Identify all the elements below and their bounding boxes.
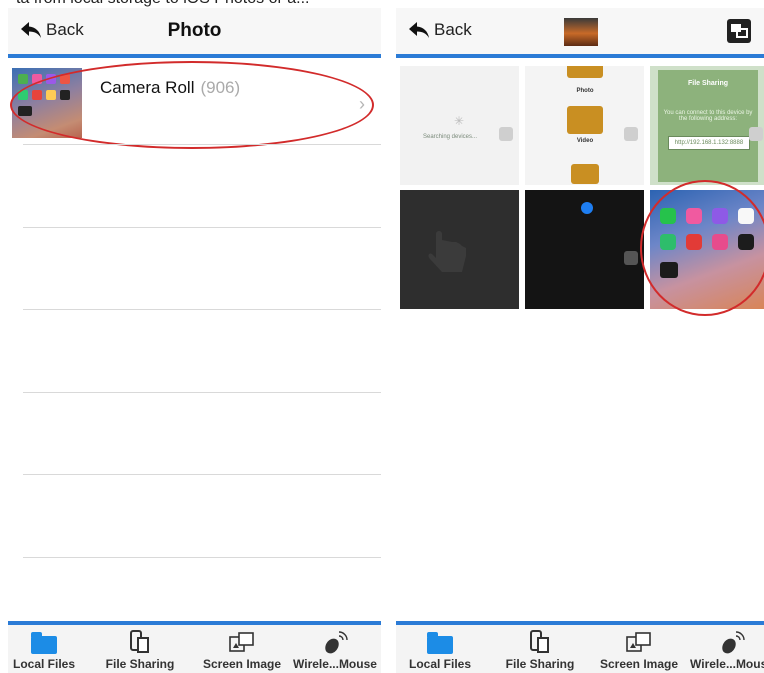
- tab-local-files[interactable]: Local Files: [8, 628, 90, 671]
- back-arrow-icon: [409, 22, 429, 38]
- cropped-caption-text: ta from local storage to iOS Photos or a…: [16, 0, 309, 8]
- list-separator: [23, 474, 381, 475]
- tile-text: Photo: [576, 88, 594, 94]
- album-name: Camera Roll: [100, 78, 195, 97]
- list-separator: [23, 309, 381, 310]
- assistive-touch-icon: [499, 127, 513, 141]
- cropped-caption: ta from local storage to iOS Photos or a…: [0, 0, 764, 8]
- tab-bar: Local Files File Sharing Screen Image Wi…: [396, 621, 764, 673]
- list-separator: [23, 557, 381, 558]
- album-row-camera-roll[interactable]: Camera Roll (906) ›: [8, 58, 381, 144]
- folder-icon: [567, 66, 603, 78]
- tab-label: Local Files: [12, 657, 76, 671]
- tab-label: Wirele...Mouse: [293, 657, 377, 671]
- album-thumbnail: [12, 68, 82, 138]
- tab-file-sharing[interactable]: File Sharing: [94, 628, 186, 671]
- tile-text: Video: [576, 138, 594, 144]
- assistive-touch-icon: [624, 251, 638, 265]
- chevron-right-icon: ›: [359, 94, 365, 114]
- back-button[interactable]: Back: [408, 20, 472, 40]
- mouse-icon: [722, 631, 745, 654]
- file-sharing-icon: [530, 630, 549, 653]
- album-count: (906): [200, 78, 241, 97]
- spinner-icon: ✳: [454, 114, 465, 128]
- tab-label: Local Files: [408, 657, 472, 671]
- hand-pointer-icon: [428, 231, 466, 272]
- tab-screen-image[interactable]: Screen Image: [593, 628, 685, 671]
- tab-label: File Sharing: [105, 657, 175, 671]
- camera-roll-screen: Back ✳ Searching devices... Photo Video …: [396, 8, 764, 673]
- tile-text: http://192.168.1.132:8888: [668, 136, 750, 150]
- tab-wireless-mouse[interactable]: Wirele...Mouse: [686, 628, 764, 671]
- tile-text: Searching devices...: [422, 134, 478, 140]
- photo-thumbnail[interactable]: [525, 190, 644, 309]
- list-separator: [23, 227, 381, 228]
- tile-text: You can connect to this device by the fo…: [663, 110, 753, 122]
- tab-label: Screen Image: [202, 657, 282, 671]
- folder-icon: [571, 164, 599, 184]
- photo-thumbnail[interactable]: File Sharing You can connect to this dev…: [650, 66, 764, 185]
- assistive-touch-icon: [749, 127, 763, 141]
- nav-bar: Back: [396, 8, 764, 58]
- assistive-touch-icon: [624, 127, 638, 141]
- photo-thumbnail-home-screen[interactable]: [650, 190, 764, 309]
- list-separator: [23, 392, 381, 393]
- tile-text: File Sharing: [687, 80, 729, 87]
- file-sharing-icon: [130, 630, 149, 653]
- photo-screen: Back Photo Camera Roll (906) › Local File…: [8, 8, 381, 673]
- selected-photo-thumbnail: [564, 18, 598, 46]
- tab-label: File Sharing: [505, 657, 575, 671]
- page-title: Photo: [167, 20, 222, 41]
- screen-image-icon: [626, 632, 651, 652]
- folder-icon: [567, 106, 603, 134]
- screen-mirror-icon[interactable]: [726, 18, 752, 44]
- nav-bar: Back Photo: [8, 8, 381, 58]
- tab-local-files[interactable]: Local Files: [396, 628, 486, 671]
- mouse-icon: [325, 631, 348, 654]
- album-title: Camera Roll (906): [100, 78, 240, 98]
- blue-dot: [581, 202, 593, 214]
- list-separator: [23, 144, 381, 145]
- folder-icon: [31, 632, 57, 654]
- tab-screen-image[interactable]: Screen Image: [196, 628, 288, 671]
- tab-label: Screen Image: [599, 657, 679, 671]
- tab-bar: Local Files File Sharing Screen Image Wi…: [8, 621, 381, 673]
- photo-thumbnail[interactable]: [400, 190, 519, 309]
- tab-wireless-mouse[interactable]: Wirele...Mouse: [289, 628, 381, 671]
- photo-thumbnail[interactable]: Photo Video: [525, 66, 644, 185]
- photo-thumbnail[interactable]: ✳ Searching devices...: [400, 66, 519, 185]
- tab-label: Wirele...Mouse: [690, 657, 764, 671]
- back-label: Back: [434, 20, 472, 39]
- folder-icon: [427, 632, 453, 654]
- screen-image-icon: [229, 632, 254, 652]
- tab-file-sharing[interactable]: File Sharing: [494, 628, 586, 671]
